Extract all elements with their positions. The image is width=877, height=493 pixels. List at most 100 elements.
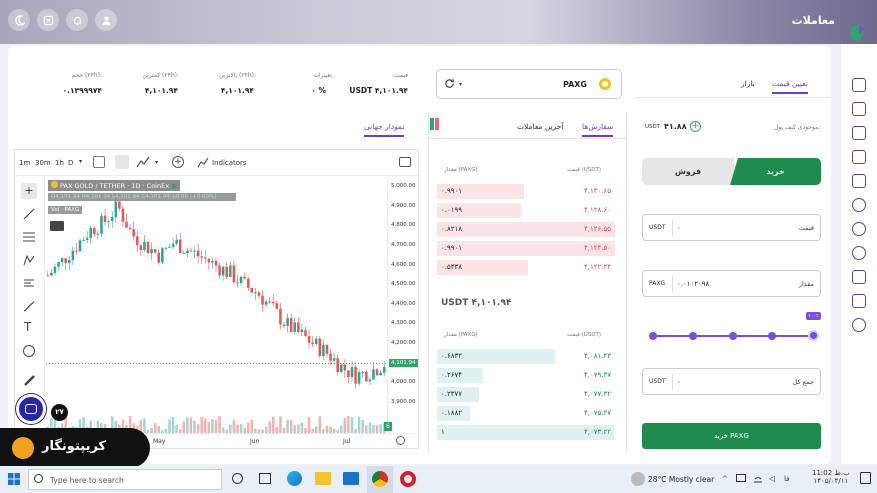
weather-text[interactable]: 28°C Mostly clear: [648, 475, 714, 484]
slider-step-25[interactable]: [689, 332, 697, 340]
timeframe-1h[interactable]: 1h: [55, 159, 64, 167]
calculator-icon[interactable]: [37, 9, 59, 31]
orderbook-row[interactable]: ۰.۱۸۸۲ ۴,۰۷۵.۲۷: [437, 405, 619, 422]
indicators-icon[interactable]: [197, 156, 209, 168]
notification-icon[interactable]: [860, 472, 871, 484]
orderbook-row[interactable]: ۰.۲۶۷۴ ۴,۰۷۹.۳۷: [437, 367, 619, 384]
monitor-icon[interactable]: [852, 102, 866, 116]
tradingview-badge[interactable]: ۲۷: [51, 404, 68, 421]
orderbook-row[interactable]: ۰.۸۲۱۸ ۴,۱۲۶.۵۵: [437, 221, 619, 238]
timeframe-d[interactable]: D: [68, 159, 73, 167]
candles-icon[interactable]: [115, 155, 129, 169]
indicators-button[interactable]: Indicators: [212, 159, 247, 167]
amount-input[interactable]: ۰.۰۱۰۲۰۹۸: [677, 280, 709, 288]
ob-price: ۴,۱۳۰.۶۵: [583, 187, 611, 195]
orderbook-view-icon[interactable]: [430, 118, 440, 130]
weather-icon[interactable]: [631, 472, 645, 486]
task-view-icon[interactable]: [259, 473, 271, 484]
collapse-legend-icon[interactable]: [50, 221, 64, 231]
opera-icon[interactable]: [400, 471, 416, 487]
chart-settings-icon[interactable]: [396, 436, 405, 445]
bar-type-icon[interactable]: [93, 156, 105, 168]
trend-line-icon[interactable]: [23, 208, 35, 220]
slider-handle[interactable]: [808, 330, 819, 341]
orderbook-row[interactable]: ۱ ۴,۰۷۳.۲۲: [437, 424, 619, 441]
text-tool-icon[interactable]: T: [24, 320, 31, 334]
dollar-icon[interactable]: [852, 222, 866, 236]
tab-orders[interactable]: سفارش‌ها: [582, 122, 614, 137]
candle-body: [279, 308, 282, 325]
windows-start-icon[interactable]: [8, 473, 20, 485]
price-field[interactable]: قیمت USDT ۰: [642, 214, 821, 241]
timeframe-30m[interactable]: 30m: [35, 159, 51, 167]
candle-body: [272, 301, 275, 304]
emoji-icon[interactable]: [23, 345, 35, 357]
orderbook-row[interactable]: ۰.۹۹۰۱ ۴,۱۳۰.۶۵: [437, 183, 619, 200]
language-indicator[interactable]: فا: [784, 475, 789, 483]
total-input[interactable]: ۰: [677, 378, 681, 386]
brush-icon[interactable]: [23, 300, 35, 312]
ruler-icon[interactable]: [23, 374, 35, 386]
crown-icon[interactable]: [852, 270, 866, 284]
buy-tab-button[interactable]: خرید: [730, 158, 821, 185]
orderbook-row[interactable]: ۰.۵۴۳۸ ۴,۱۲۲.۴۴: [437, 259, 619, 276]
tab-global-chart[interactable]: نمودار جهانی: [364, 122, 405, 137]
refresh-icon[interactable]: [444, 78, 456, 90]
orderbook-row[interactable]: ۰.۹۹۰۱ ۴,۱۲۴.۵۰: [437, 240, 619, 257]
fib-icon[interactable]: [23, 231, 35, 243]
chart-icon[interactable]: [852, 198, 866, 212]
dashboard-icon[interactable]: [852, 78, 866, 92]
file-explorer-icon[interactable]: [315, 472, 331, 485]
total-field[interactable]: جمع کل USDT ۰: [642, 368, 821, 395]
tab-set-price[interactable]: تعیین قیمت: [772, 79, 808, 94]
prediction-icon[interactable]: [23, 277, 35, 289]
add-icon[interactable]: +: [172, 156, 184, 168]
ob-amount: ۱: [441, 428, 445, 436]
volume-bar: [343, 417, 347, 433]
slider-step-75[interactable]: [768, 332, 776, 340]
orderbook-row[interactable]: ۰.۰۱۹۹ ۴,۱۲۸.۶۰: [437, 202, 619, 219]
deposit-plus-icon[interactable]: +: [690, 121, 701, 132]
camera-icon[interactable]: [399, 157, 411, 167]
dark-mode-icon[interactable]: [8, 9, 30, 31]
edge-icon[interactable]: [287, 471, 302, 486]
buy-paxg-button[interactable]: خرید PAXG: [642, 423, 821, 449]
network-icon[interactable]: [753, 474, 763, 483]
orderbook-row[interactable]: ۰.۲۳۷۷ ۴,۰۷۷.۳۲: [437, 386, 619, 403]
user-icon[interactable]: [95, 9, 117, 31]
crosshair-icon[interactable]: +: [21, 183, 37, 199]
wallet-icon[interactable]: [852, 150, 866, 164]
battery-icon[interactable]: [736, 474, 746, 482]
chat-support-button[interactable]: [16, 394, 46, 424]
clipboard-icon[interactable]: [852, 294, 866, 308]
tab-market[interactable]: بازار: [741, 79, 755, 88]
candle-body: [357, 372, 361, 384]
mail-icon[interactable]: [343, 472, 359, 485]
chrome-active-tab[interactable]: [367, 466, 393, 493]
slider-step-50[interactable]: [729, 332, 737, 340]
brand-logo[interactable]: [847, 22, 869, 44]
trade-icon[interactable]: [852, 246, 866, 260]
pattern-icon[interactable]: [23, 254, 35, 266]
exchange-icon[interactable]: [852, 126, 866, 140]
cortana-icon[interactable]: [232, 473, 243, 484]
tab-last-trades[interactable]: آخرین معاملات: [517, 122, 564, 131]
candlestick-plot[interactable]: [46, 177, 386, 433]
pair-selector[interactable]: ▾ PAXG: [436, 69, 622, 99]
sell-tab-button[interactable]: فروش: [642, 158, 734, 185]
compare-icon[interactable]: [136, 156, 150, 168]
timeframe-dropdown-icon[interactable]: ▾: [79, 158, 82, 165]
tray-chevron-icon[interactable]: ^: [722, 475, 728, 483]
volume-icon[interactable]: ◁: [769, 474, 775, 483]
timeframe-1m[interactable]: 1m: [19, 159, 30, 167]
slider-step-0[interactable]: [649, 332, 657, 340]
taskbar-search[interactable]: Type here to search: [28, 469, 222, 490]
coin-icon[interactable]: [852, 174, 866, 188]
logout-icon[interactable]: [852, 318, 866, 332]
clock[interactable]: 11:02 ب.ظ ۱۴۰۵/۰۴/۱۱: [812, 469, 850, 485]
orderbook-row[interactable]: ۰.۶۸۳۲ ۴,۰۸۱.۴۳: [437, 348, 619, 365]
bell-icon[interactable]: [66, 9, 88, 31]
price-input[interactable]: ۰: [677, 224, 681, 232]
compare-dropdown-icon[interactable]: ▾: [155, 159, 158, 166]
amount-field[interactable]: مقدار PAXG ۰.۰۱۰۲۰۹۸: [642, 270, 821, 297]
